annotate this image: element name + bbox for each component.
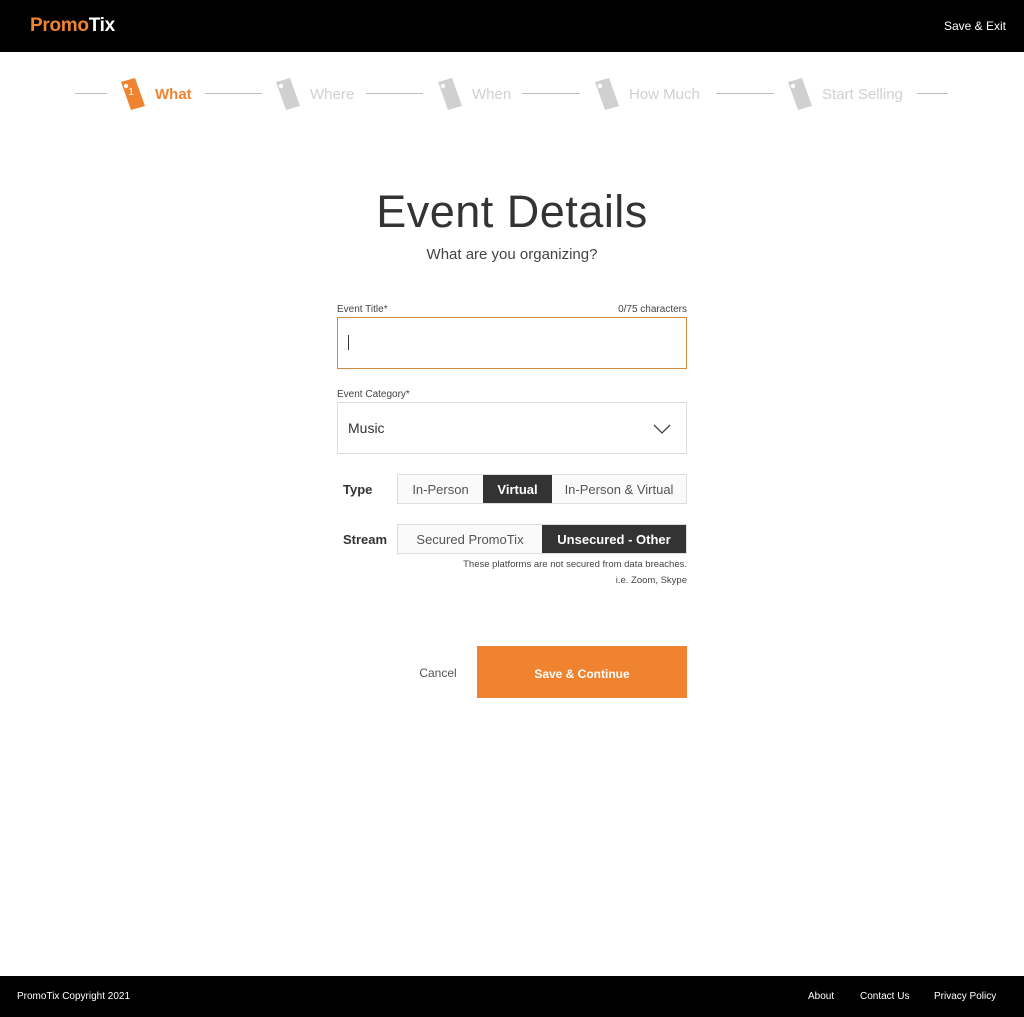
event-title-input[interactable]: [337, 317, 687, 369]
ticket-icon: 1: [117, 77, 147, 111]
cancel-button[interactable]: Cancel: [404, 662, 472, 684]
stream-hint-line1: These platforms are not secured from dat…: [463, 559, 687, 570]
stream-hint-line2: i.e. Zoom, Skype: [615, 575, 687, 586]
chevron-down-icon: [653, 422, 671, 440]
stepper-connector: [75, 93, 107, 94]
type-option-in-person-virtual[interactable]: In-Person & Virtual: [552, 475, 686, 503]
event-category-select[interactable]: Music: [337, 402, 687, 454]
type-toggle-group: In-Person Virtual In-Person & Virtual: [397, 474, 687, 504]
logo-tix-text: Tix: [88, 15, 116, 36]
stepper-connector: [716, 93, 774, 94]
type-option-virtual[interactable]: Virtual: [483, 475, 552, 503]
stepper-connector: [522, 93, 580, 94]
progress-stepper: 1 What Where When How Much Start Selling: [0, 72, 1024, 116]
step-what[interactable]: 1 What: [117, 77, 192, 111]
event-category-value: Music: [348, 420, 385, 436]
step-label: How Much: [629, 85, 700, 103]
step-start-selling[interactable]: Start Selling: [784, 77, 903, 111]
stepper-connector: [366, 93, 423, 94]
stream-label: Stream: [343, 532, 388, 547]
footer-link-contact-us[interactable]: Contact Us: [860, 991, 909, 1002]
ticket-icon: [272, 77, 302, 111]
step-label: What: [155, 85, 192, 103]
text-caret: [348, 335, 349, 350]
step-label: Start Selling: [822, 85, 903, 103]
save-continue-button[interactable]: Save & Continue: [477, 646, 687, 698]
event-title-label: Event Title*: [337, 304, 388, 315]
stepper-connector: [917, 93, 948, 94]
event-title-char-count: 0/75 characters: [618, 304, 687, 315]
promotix-logo[interactable]: PromoTix: [30, 15, 115, 37]
footer: PromoTix Copyright 2021 About Contact Us…: [0, 976, 1024, 1017]
page-subtitle: What are you organizing?: [426, 246, 598, 263]
top-bar: PromoTix Save & Exit: [0, 0, 1024, 52]
ticket-icon: [434, 77, 464, 111]
logo-promo-text: Promo: [30, 15, 89, 36]
type-label: Type: [343, 482, 373, 497]
event-category-label: Event Category*: [337, 389, 410, 400]
type-option-in-person[interactable]: In-Person: [398, 475, 483, 503]
stream-option-unsecured[interactable]: Unsecured - Other: [542, 525, 686, 553]
ticket-icon: [591, 77, 621, 111]
stream-toggle-group: Secured PromoTix Unsecured - Other: [397, 524, 687, 554]
footer-link-about[interactable]: About: [808, 991, 834, 1002]
copyright-text: PromoTix Copyright 2021: [17, 991, 131, 1002]
save-continue-label: Save & Continue: [534, 666, 630, 681]
step-label: When: [472, 85, 512, 103]
footer-link-privacy-policy[interactable]: Privacy Policy: [934, 991, 996, 1002]
step-label: Where: [310, 85, 355, 103]
ticket-icon: [784, 77, 814, 111]
stepper-connector: [205, 93, 262, 94]
page-title: Event Details: [376, 186, 648, 237]
stream-option-secured[interactable]: Secured PromoTix: [398, 525, 542, 553]
step-how-much[interactable]: How Much: [591, 77, 700, 111]
step-number: 1: [128, 87, 134, 98]
save-and-exit-link[interactable]: Save & Exit: [944, 19, 1006, 33]
step-when[interactable]: When: [434, 77, 511, 111]
step-where[interactable]: Where: [272, 77, 354, 111]
